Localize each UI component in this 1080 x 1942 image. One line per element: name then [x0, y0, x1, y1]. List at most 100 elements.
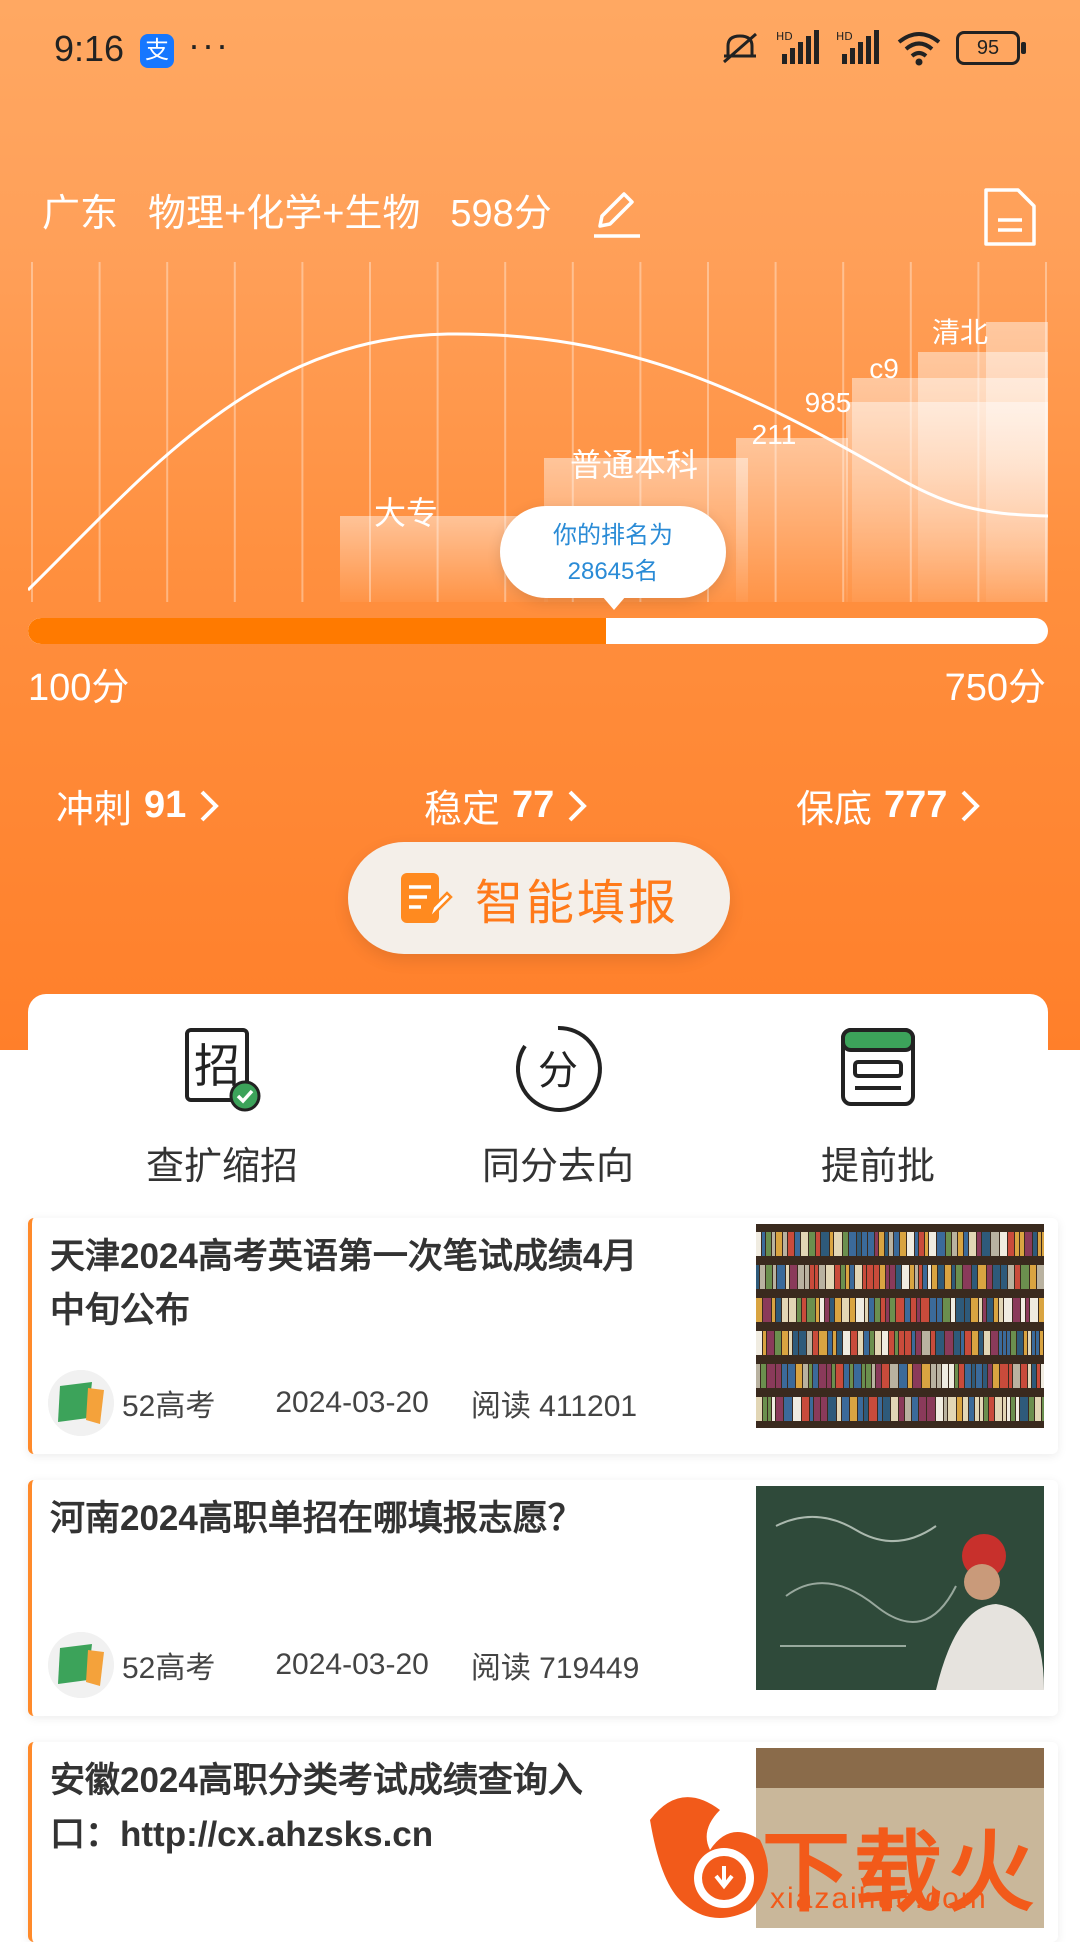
book-spine [875, 1331, 881, 1355]
book-spine [842, 1397, 849, 1421]
book-spine [862, 1364, 865, 1388]
news-item[interactable]: 河南2024高职单招在哪填报志愿？ 52高考 2024-03-20 阅读 719… [28, 1480, 1058, 1716]
stat-stable[interactable]: 稳定 77 [424, 778, 588, 833]
score-progress-track [28, 618, 1048, 644]
book-spine [951, 1298, 955, 1322]
book-spine [958, 1232, 963, 1256]
book-spine [880, 1265, 885, 1289]
book-spine [912, 1331, 915, 1355]
book-spine [979, 1331, 983, 1355]
book-spine [1000, 1232, 1007, 1256]
book-spine [1011, 1331, 1016, 1355]
book-spine [793, 1397, 801, 1421]
book-spine [932, 1265, 937, 1289]
book-spine [855, 1265, 862, 1289]
book-spine [763, 1331, 766, 1355]
edit-score-icon[interactable] [588, 186, 644, 242]
book-spine [988, 1364, 992, 1388]
stat-sprint[interactable]: 冲刺 91 [56, 778, 220, 833]
stat-stable-value: 77 [512, 784, 555, 826]
book-spine [943, 1298, 950, 1322]
book-spine [850, 1265, 854, 1289]
book-spine [834, 1232, 842, 1256]
news-thumbnail-chalkboard [756, 1486, 1044, 1690]
book-spine [850, 1397, 857, 1421]
book-spine [1007, 1397, 1010, 1421]
book-spine [857, 1232, 861, 1256]
book-spine [919, 1265, 922, 1289]
news-thumbnail-bookshelf [756, 1224, 1044, 1428]
book-spine [1037, 1364, 1040, 1388]
book-spine [959, 1364, 964, 1388]
book-spine [816, 1232, 820, 1256]
book-spine [972, 1331, 978, 1355]
source-logo-icon [48, 1370, 114, 1436]
svg-text:招: 招 [194, 1039, 240, 1093]
book-spine [1024, 1331, 1027, 1355]
system-icons: HD HD 95 [718, 28, 1026, 68]
max-score-label: 750分 [944, 667, 1046, 709]
book-spine [993, 1265, 1000, 1289]
tool-enrollment-change[interactable]: 招 查扩缩招 [122, 1024, 322, 1190]
book-spine [948, 1397, 956, 1421]
book-spine [908, 1364, 912, 1388]
book-spine [762, 1232, 765, 1256]
book-spine [788, 1364, 795, 1388]
book-spine [1032, 1331, 1035, 1355]
tier-label: 211 [752, 419, 797, 450]
stat-safe[interactable]: 保底 777 [796, 778, 981, 833]
book-spine [821, 1397, 827, 1421]
book-spine [944, 1397, 947, 1421]
book-spine [773, 1265, 776, 1289]
score-summary[interactable]: 广东 物理+化学+生物 598分 [42, 182, 552, 237]
book-spine [802, 1298, 806, 1322]
book-spine [1039, 1298, 1044, 1322]
book-spine [844, 1364, 849, 1388]
book-spine [1025, 1232, 1032, 1256]
stat-safe-value: 777 [884, 784, 948, 826]
book-spine [776, 1298, 781, 1322]
document-icon[interactable] [982, 186, 1038, 248]
book-spine [789, 1331, 792, 1355]
book-spine [807, 1331, 812, 1355]
book-spine [1020, 1232, 1024, 1256]
book-spine [862, 1232, 867, 1256]
book-spine [788, 1232, 794, 1256]
book-spine [772, 1397, 775, 1421]
book-spine [956, 1298, 964, 1322]
book-spine [782, 1364, 787, 1388]
book-spine [1036, 1331, 1039, 1355]
min-score-label: 100分 [28, 667, 130, 709]
smart-fill-button[interactable]: 智能填报 [348, 842, 730, 954]
book-spine [979, 1298, 982, 1322]
book-spine [882, 1331, 888, 1355]
tool-same-score-label: 同分去向 [481, 1146, 634, 1188]
book-spine [876, 1364, 881, 1388]
book-spine [776, 1232, 782, 1256]
score-label: 598分 [450, 193, 552, 235]
book-spine [1003, 1397, 1006, 1421]
book-spine [952, 1265, 955, 1289]
book-spine [789, 1298, 796, 1322]
book-spine [913, 1364, 921, 1388]
wifi-icon [897, 32, 941, 66]
book-spine [1021, 1298, 1025, 1322]
news-item[interactable]: 天津2024高考英语第一次笔试成绩4月中旬公布 52高考 2024-03-20 … [28, 1218, 1058, 1454]
more-notifications-icon: ··· [188, 24, 230, 65]
book-spine [782, 1298, 788, 1322]
book-spine [957, 1397, 962, 1421]
book-spine [756, 1331, 762, 1355]
book-spine [912, 1397, 918, 1421]
book-spine [936, 1397, 943, 1421]
book-spine [1015, 1232, 1019, 1256]
book-spine [841, 1265, 845, 1289]
same-score-icon: 分 [516, 1025, 602, 1112]
book-spine [826, 1265, 834, 1289]
book-spine [1030, 1298, 1038, 1322]
book-spine [994, 1298, 998, 1322]
book-spine [809, 1232, 815, 1256]
tool-early-batch[interactable]: 提前批 [778, 1024, 978, 1190]
chevron-right-icon [200, 790, 220, 821]
book-spine [919, 1232, 924, 1256]
tool-same-score[interactable]: 分 同分去向 [458, 1024, 658, 1190]
